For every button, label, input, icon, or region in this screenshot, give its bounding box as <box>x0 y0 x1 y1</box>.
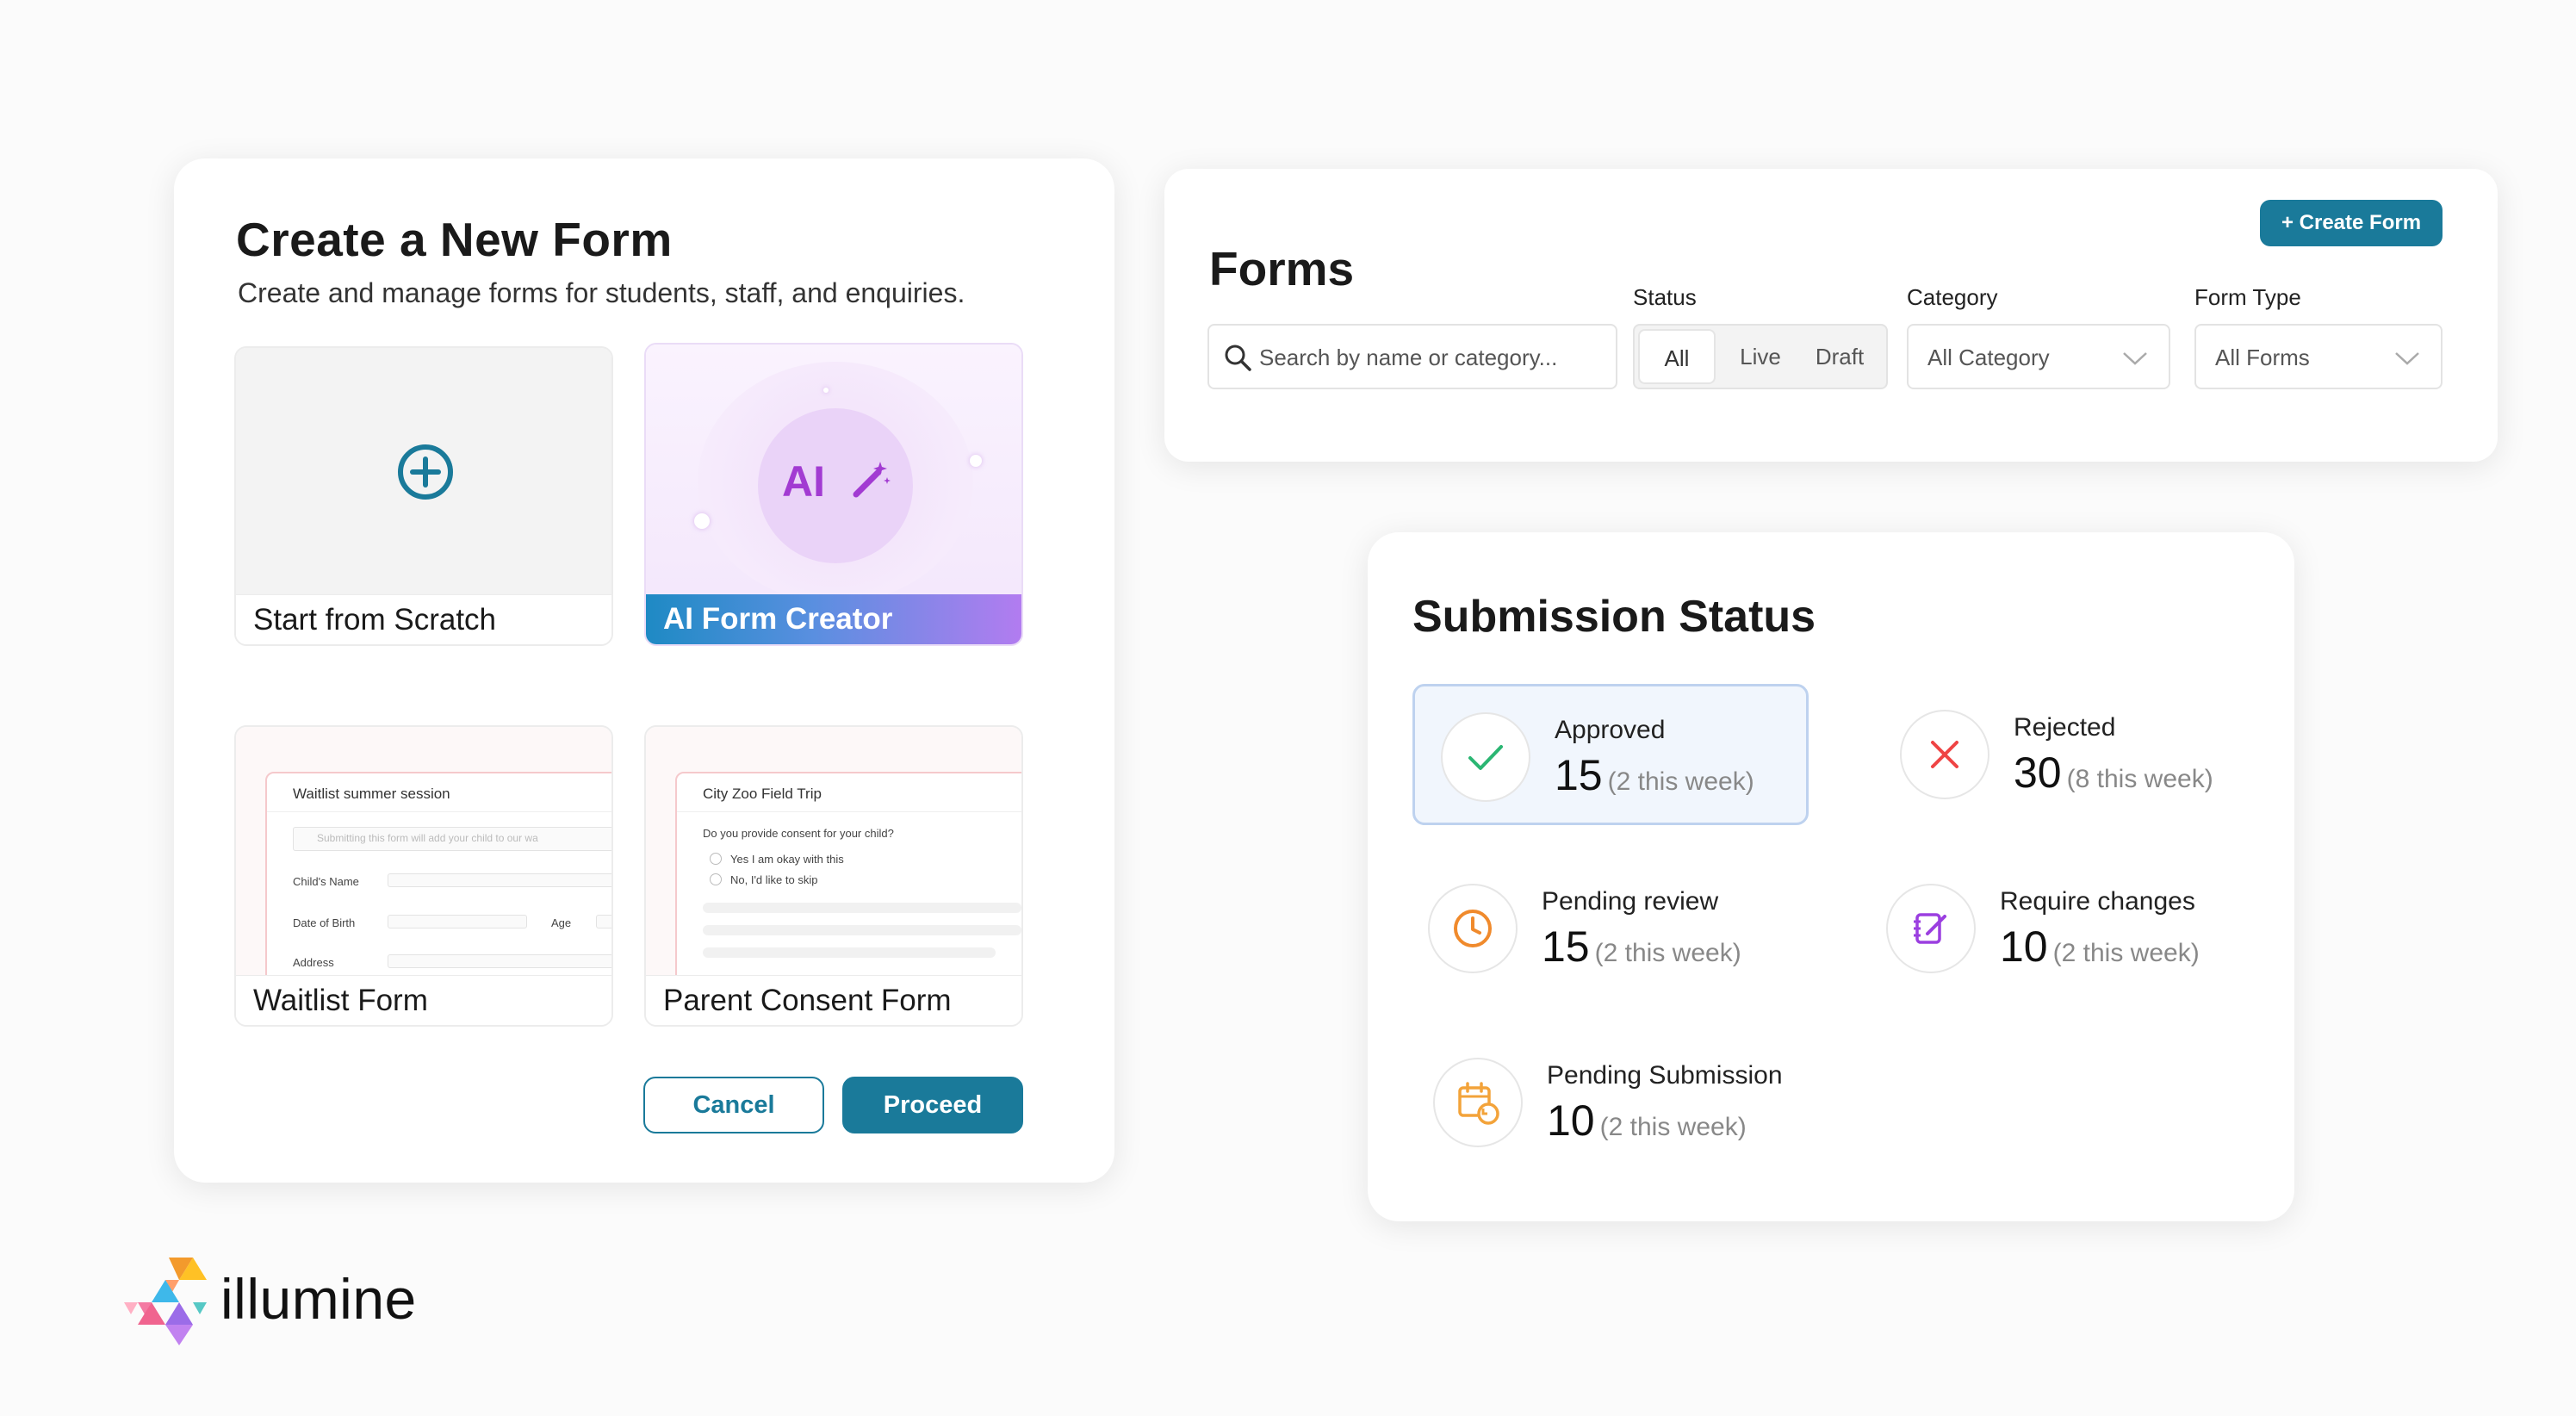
search-icon <box>1225 345 1251 371</box>
template-ai-form-creator[interactable]: AI AI Form Creator <box>644 343 1023 646</box>
stat-week: (2 this week) <box>1599 1113 1747 1141</box>
stat-label: Pending Submission <box>1547 1061 1783 1090</box>
status-segmented-control: All Live Draft <box>1633 324 1888 389</box>
search-input[interactable]: Search by name or category... <box>1207 324 1617 389</box>
stat-count: 30 <box>2014 748 2062 797</box>
create-form-dialog: Create a New Form Create and manage form… <box>174 158 1114 1183</box>
stat-label: Rejected <box>2014 713 2116 742</box>
template-label: AI Form Creator <box>646 594 1021 644</box>
stat-week: (2 this week) <box>1594 939 1741 967</box>
template-label: Parent Consent Form <box>646 975 1021 1025</box>
preview-title: City Zoo Field Trip <box>703 786 822 802</box>
illumine-logo-mark <box>124 1258 207 1345</box>
chevron-down-icon <box>2395 352 2419 365</box>
magic-wand-icon <box>853 462 891 498</box>
forms-panel: + Create Form Forms Status Category Form… <box>1164 169 2498 462</box>
stat-count: 10 <box>1547 1096 1595 1145</box>
create-form-button[interactable]: + Create Form <box>2260 200 2443 246</box>
template-parent-consent-form[interactable]: City Zoo Field Trip Do you provide conse… <box>644 725 1023 1027</box>
dialog-subtitle: Create and manage forms for students, st… <box>238 277 965 308</box>
consent-preview: City Zoo Field Trip Do you provide conse… <box>646 727 1021 975</box>
preview-note: Submitting this form will add your child… <box>317 832 538 844</box>
cancel-button[interactable]: Cancel <box>643 1077 824 1133</box>
stat-week: (2 this week) <box>1607 767 1754 796</box>
dialog-title: Create a New Form <box>236 213 673 266</box>
category-value: All Category <box>1927 345 2050 370</box>
check-icon <box>1468 745 1503 770</box>
template-start-from-scratch[interactable]: Start from Scratch <box>234 346 613 646</box>
stat-approved[interactable]: Approved 15 (2 this week) <box>1412 684 1809 825</box>
template-label: Start from Scratch <box>236 594 611 644</box>
preview-title: Waitlist summer session <box>293 786 450 802</box>
form-type-value: All Forms <box>2215 345 2310 370</box>
template-preview <box>236 348 611 594</box>
submission-title: Submission Status <box>1412 592 1816 642</box>
template-label: Waitlist Form <box>236 975 611 1025</box>
stat-label: Approved <box>1555 716 1666 744</box>
search-placeholder: Search by name or category... <box>1259 345 1558 370</box>
stat-rejected[interactable]: Rejected 30 (8 this week) <box>1874 684 2270 825</box>
chevron-down-icon <box>2123 352 2147 365</box>
status-option-draft[interactable]: Draft <box>1798 329 1881 384</box>
form-type-label: Form Type <box>2194 284 2301 310</box>
status-option-live[interactable]: Live <box>1726 329 1795 384</box>
stat-pending-submission[interactable]: Pending Submission 10 (2 this week) <box>1407 1032 1803 1173</box>
category-label: Category <box>1907 284 1998 310</box>
status-label: Status <box>1633 284 1697 310</box>
status-option-all[interactable]: All <box>1638 329 1716 384</box>
category-select[interactable]: All Category <box>1907 324 2170 389</box>
waitlist-preview: Waitlist summer session Submitting this … <box>236 727 611 975</box>
proceed-button[interactable]: Proceed <box>842 1077 1023 1133</box>
illumine-logo: illumine <box>119 1252 446 1356</box>
brand-name: illumine <box>220 1267 417 1331</box>
x-icon <box>1931 741 1958 768</box>
template-waitlist-form[interactable]: Waitlist summer session Submitting this … <box>234 725 613 1027</box>
stat-week: (2 this week) <box>2052 939 2200 967</box>
submission-status-panel: Submission Status Approved 15 (2 this wee… <box>1368 532 2294 1221</box>
forms-title: Forms <box>1209 242 1355 295</box>
stat-label: Pending review <box>1542 887 1719 916</box>
ai-preview: AI <box>646 345 1021 603</box>
plus-circle-icon <box>398 444 453 500</box>
clock-icon <box>1454 910 1492 947</box>
stat-label: Require changes <box>2000 887 2195 916</box>
ai-label: AI <box>782 457 825 506</box>
stat-week: (8 this week) <box>2066 765 2213 793</box>
calendar-refresh-icon <box>1458 1082 1499 1125</box>
form-type-select[interactable]: All Forms <box>2194 324 2443 389</box>
stat-pending-review[interactable]: Pending review 15 (2 this week) <box>1402 858 1798 999</box>
edit-note-icon <box>1914 913 1946 944</box>
stat-count: 15 <box>1555 751 1603 799</box>
stat-count: 15 <box>1542 922 1590 971</box>
stat-count: 10 <box>2000 922 2048 971</box>
stat-require-changes[interactable]: Require changes 10 (2 this week) <box>1860 858 2256 999</box>
